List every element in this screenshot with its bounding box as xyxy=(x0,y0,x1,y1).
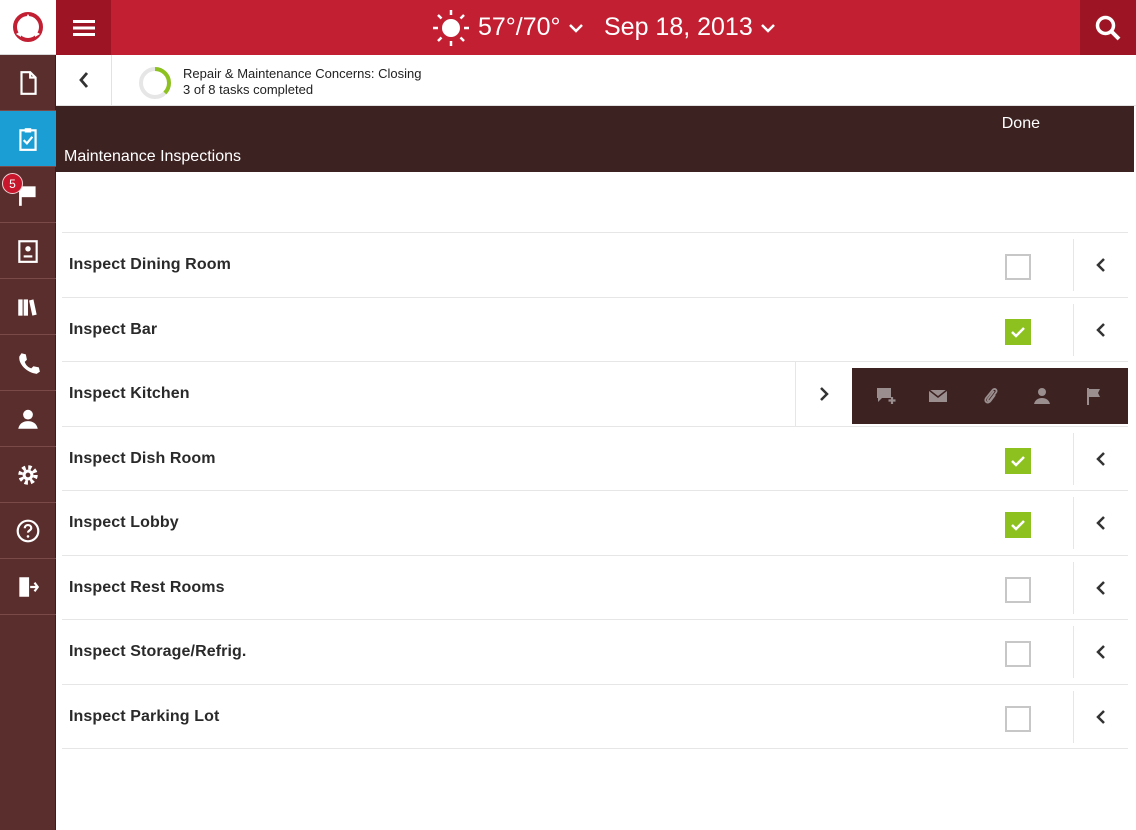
section-title: Maintenance Inspections xyxy=(64,148,241,165)
task-list: Inspect Dining Room Inspect Bar Inspect … xyxy=(62,232,1128,749)
library-books-icon xyxy=(18,298,37,316)
task-row: Inspect Dish Room xyxy=(62,427,1128,491)
sun-icon xyxy=(433,9,469,46)
chevron-left-icon xyxy=(1096,322,1105,337)
chevron-left-icon xyxy=(1096,451,1105,466)
add-comment-button[interactable] xyxy=(864,376,908,416)
row-options-button[interactable] xyxy=(1073,432,1128,485)
top-bar: 57°/70° Sep 18, 2013 xyxy=(56,0,1136,55)
section-header: Done Maintenance Inspections xyxy=(56,106,1134,172)
logo-icon xyxy=(13,12,43,42)
notification-badge: 5 xyxy=(2,173,23,194)
task-row: Inspect Kitchen xyxy=(62,362,1128,427)
phone-icon xyxy=(19,352,40,374)
attach-button[interactable] xyxy=(968,376,1012,416)
add-comment-icon xyxy=(877,388,896,404)
hamburger-icon xyxy=(72,19,95,36)
date-selector[interactable]: Sep 18, 2013 xyxy=(604,0,775,55)
sidebar-item-phone[interactable] xyxy=(0,335,56,391)
task-row: Inspect Parking Lot xyxy=(62,685,1128,749)
task-row: Inspect Dining Room xyxy=(62,233,1128,298)
flag-icon xyxy=(1087,388,1100,405)
assign-person-button[interactable] xyxy=(1020,376,1064,416)
person-icon xyxy=(18,409,38,429)
task-row: Inspect Lobby xyxy=(62,491,1128,556)
paperclip-icon xyxy=(984,388,998,404)
checkmark-icon xyxy=(1011,326,1025,338)
row-options-button[interactable] xyxy=(1073,626,1128,678)
menu-button[interactable] xyxy=(56,0,111,55)
task-checkbox[interactable] xyxy=(1005,512,1031,538)
chevron-right-icon xyxy=(820,387,829,401)
sidebar-item-tasks[interactable] xyxy=(0,111,56,167)
checkmark-icon xyxy=(1011,520,1025,531)
chevron-left-icon xyxy=(1096,645,1105,659)
row-options-button[interactable] xyxy=(1073,303,1128,356)
assign-person-icon xyxy=(1034,388,1050,404)
sidebar-item-people[interactable] xyxy=(0,391,56,447)
progress-ring xyxy=(139,67,171,99)
chevron-left-icon xyxy=(1096,258,1105,272)
document-icon xyxy=(20,70,37,95)
sidebar-item-logout[interactable] xyxy=(0,559,56,615)
contact-card-icon xyxy=(18,239,38,263)
back-button[interactable] xyxy=(56,55,112,105)
task-checkbox[interactable] xyxy=(1005,318,1031,345)
chevron-left-icon xyxy=(1096,580,1105,595)
weather-selector[interactable]: 57°/70° xyxy=(432,0,583,55)
task-row: Inspect Storage/Refrig. xyxy=(62,620,1128,685)
clipboard-check-icon xyxy=(19,127,37,151)
search-icon xyxy=(1095,15,1121,40)
help-icon xyxy=(16,519,40,542)
sidebar: 5 xyxy=(0,0,56,830)
temperature-text: 57°/70° xyxy=(478,13,561,41)
task-checkbox[interactable] xyxy=(1005,705,1031,732)
task-label: Inspect Dining Room xyxy=(69,256,231,273)
checkmark-icon xyxy=(1011,455,1025,467)
task-checkbox[interactable] xyxy=(1005,641,1031,667)
sidebar-item-documents[interactable] xyxy=(0,55,56,111)
done-button[interactable]: Done xyxy=(1002,115,1040,133)
task-label: Inspect Lobby xyxy=(69,514,179,531)
task-row: Inspect Bar xyxy=(62,298,1128,362)
row-options-button[interactable] xyxy=(1073,690,1128,743)
task-row: Inspect Rest Rooms xyxy=(62,556,1128,620)
search-button[interactable] xyxy=(1080,0,1136,55)
logout-icon xyxy=(19,576,40,597)
task-checkbox[interactable] xyxy=(1005,576,1031,603)
gear-icon xyxy=(18,464,38,485)
row-action-tray xyxy=(852,368,1128,424)
task-label: Inspect Rest Rooms xyxy=(69,578,225,596)
date-text: Sep 18, 2013 xyxy=(604,13,753,41)
task-label: Inspect Dish Room xyxy=(69,449,216,467)
task-label: Inspect Kitchen xyxy=(69,385,190,402)
sidebar-item-library[interactable] xyxy=(0,279,56,335)
task-subheader: Repair & Maintenance Concerns: Closing 3… xyxy=(56,55,1136,106)
sidebar-item-settings[interactable] xyxy=(0,447,56,503)
sidebar-item-contacts[interactable] xyxy=(0,223,56,279)
task-count: 3 of 8 tasks completed xyxy=(183,82,314,97)
row-options-button[interactable] xyxy=(1073,239,1128,291)
task-label: Inspect Bar xyxy=(69,320,158,338)
row-options-button[interactable] xyxy=(1073,561,1128,614)
chevron-left-icon xyxy=(78,72,88,88)
row-collapse-button[interactable] xyxy=(795,362,852,426)
task-label: Inspect Parking Lot xyxy=(69,707,220,725)
mail-icon xyxy=(928,389,948,402)
task-title: Repair & Maintenance Concerns: Closing xyxy=(183,66,422,81)
flag-button[interactable] xyxy=(1072,376,1116,416)
chevron-down-icon xyxy=(760,23,775,33)
row-options-button[interactable] xyxy=(1073,497,1128,549)
email-button[interactable] xyxy=(916,376,960,416)
app-logo[interactable] xyxy=(0,0,56,55)
sidebar-item-help[interactable] xyxy=(0,503,56,559)
chevron-left-icon xyxy=(1096,516,1105,530)
task-checkbox[interactable] xyxy=(1005,254,1031,280)
task-checkbox[interactable] xyxy=(1005,447,1031,474)
task-label: Inspect Storage/Refrig. xyxy=(69,643,247,660)
chevron-down-icon xyxy=(568,23,583,33)
chevron-left-icon xyxy=(1096,709,1105,724)
